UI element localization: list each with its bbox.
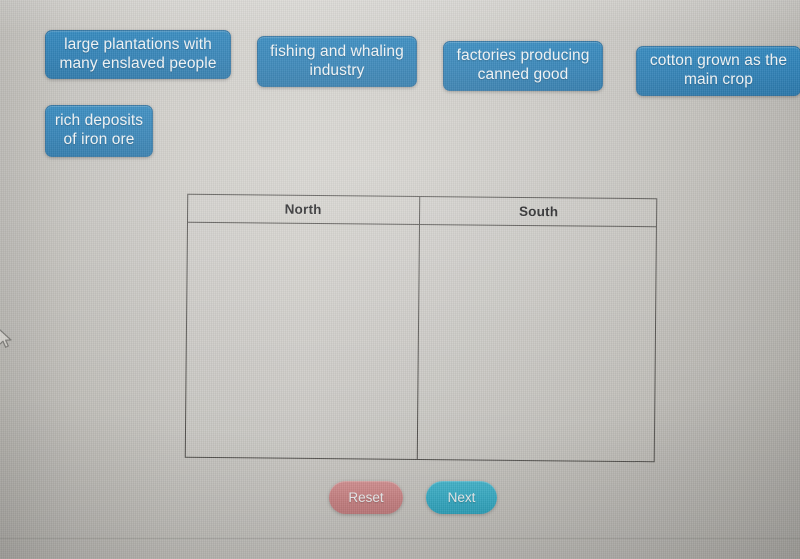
draggable-tile-iron-ore[interactable]: rich deposits of iron ore	[45, 105, 153, 157]
mouse-pointer-icon	[0, 329, 12, 348]
quiz-screen: large plantations with many enslaved peo…	[0, 0, 800, 559]
dropzone-north[interactable]	[185, 224, 419, 460]
dropzone-south[interactable]	[418, 226, 657, 462]
next-button[interactable]: Next	[426, 481, 497, 514]
screen-seam	[0, 538, 800, 539]
categorization-table: North South	[184, 193, 658, 463]
draggable-tile-fishing[interactable]: fishing and whaling industry	[257, 36, 417, 87]
column-header-north: North	[284, 201, 322, 218]
draggable-tile-cotton[interactable]: cotton grown as the main crop	[636, 46, 800, 96]
reset-button[interactable]: Reset	[329, 481, 403, 514]
draggable-tile-plantations[interactable]: large plantations with many enslaved peo…	[45, 30, 231, 79]
column-header-south: South	[518, 203, 559, 220]
draggable-tile-factories[interactable]: factories producing canned good	[443, 41, 603, 91]
